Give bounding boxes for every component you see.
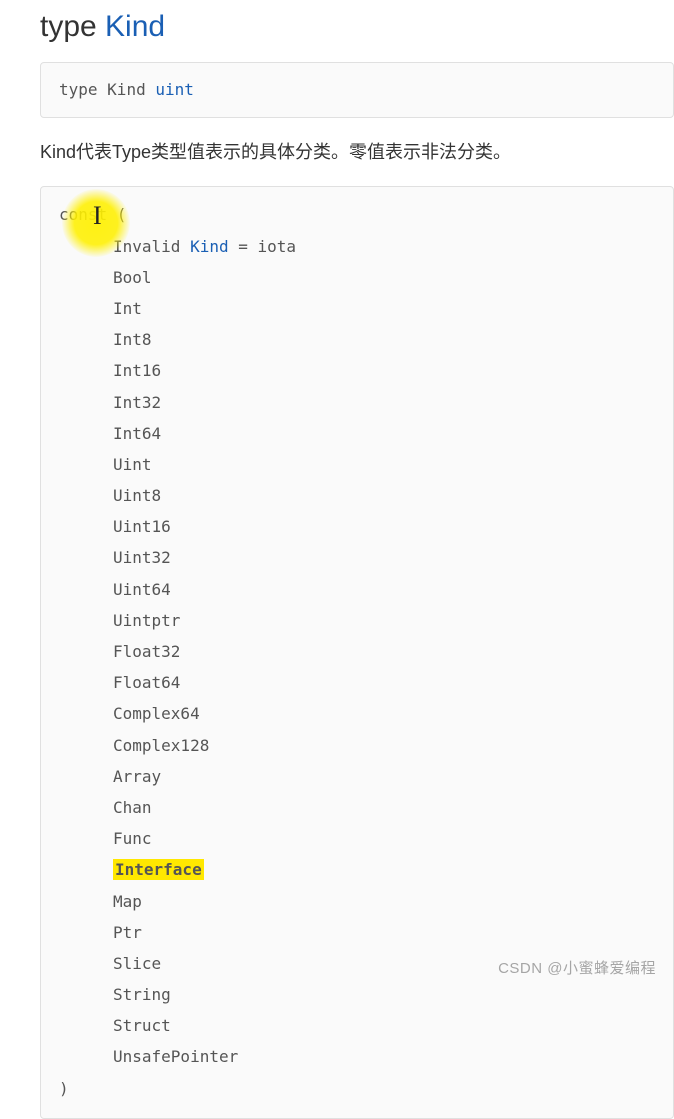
type-heading: type Kind <box>40 10 674 44</box>
const-item: Complex128 <box>59 730 655 761</box>
const-item: UnsafePointer <box>59 1041 655 1072</box>
const-close-line: ) <box>59 1073 655 1104</box>
type-definition-block: type Kind uint <box>40 62 674 118</box>
const-open-line: const ( <box>59 199 655 230</box>
typedef-keyword: type <box>59 80 98 99</box>
const-item: Bool <box>59 262 655 293</box>
const-item: Struct <box>59 1010 655 1041</box>
typedef-base[interactable]: uint <box>155 80 194 99</box>
const-first-line: Invalid Kind = iota <box>59 231 655 262</box>
const-item: String <box>59 979 655 1010</box>
const-item: Uint16 <box>59 511 655 542</box>
const-block: const ( Invalid Kind = iota BoolIntInt8I… <box>40 186 674 1118</box>
const-items-list: BoolIntInt8Int16Int32Int64UintUint8Uint1… <box>59 262 655 1073</box>
const-item: Func <box>59 823 655 854</box>
const-item: Chan <box>59 792 655 823</box>
const-item: Int16 <box>59 355 655 386</box>
const-item: Uintptr <box>59 605 655 636</box>
heading-type-name[interactable]: Kind <box>105 10 165 43</box>
const-item: Uint <box>59 449 655 480</box>
const-type-ref[interactable]: Kind <box>190 237 229 256</box>
const-keyword: const ( <box>59 205 126 224</box>
const-item: Complex64 <box>59 698 655 729</box>
const-item: Map <box>59 886 655 917</box>
const-item-invalid: Invalid <box>113 237 180 256</box>
const-item: Int64 <box>59 418 655 449</box>
const-iota: iota <box>258 237 297 256</box>
const-item: Uint8 <box>59 480 655 511</box>
const-item: Interface <box>59 854 655 885</box>
const-item: Int32 <box>59 387 655 418</box>
watermark: CSDN @小蜜蜂爱编程 <box>498 957 656 978</box>
const-item: Float64 <box>59 667 655 698</box>
const-item: Uint32 <box>59 542 655 573</box>
const-item: Float32 <box>59 636 655 667</box>
const-item: Uint64 <box>59 574 655 605</box>
type-description: Kind代表Type类型值表示的具体分类。零值表示非法分类。 <box>40 138 674 167</box>
const-item: Ptr <box>59 917 655 948</box>
const-item: Int <box>59 293 655 324</box>
const-item-highlighted: Interface <box>113 859 204 880</box>
const-eq: = <box>238 237 248 256</box>
const-item: Array <box>59 761 655 792</box>
heading-keyword: type <box>40 10 105 43</box>
const-item: Int8 <box>59 324 655 355</box>
typedef-name: Kind <box>107 80 146 99</box>
doc-container: type Kind type Kind uint Kind代表Type类型值表示… <box>0 0 674 1119</box>
